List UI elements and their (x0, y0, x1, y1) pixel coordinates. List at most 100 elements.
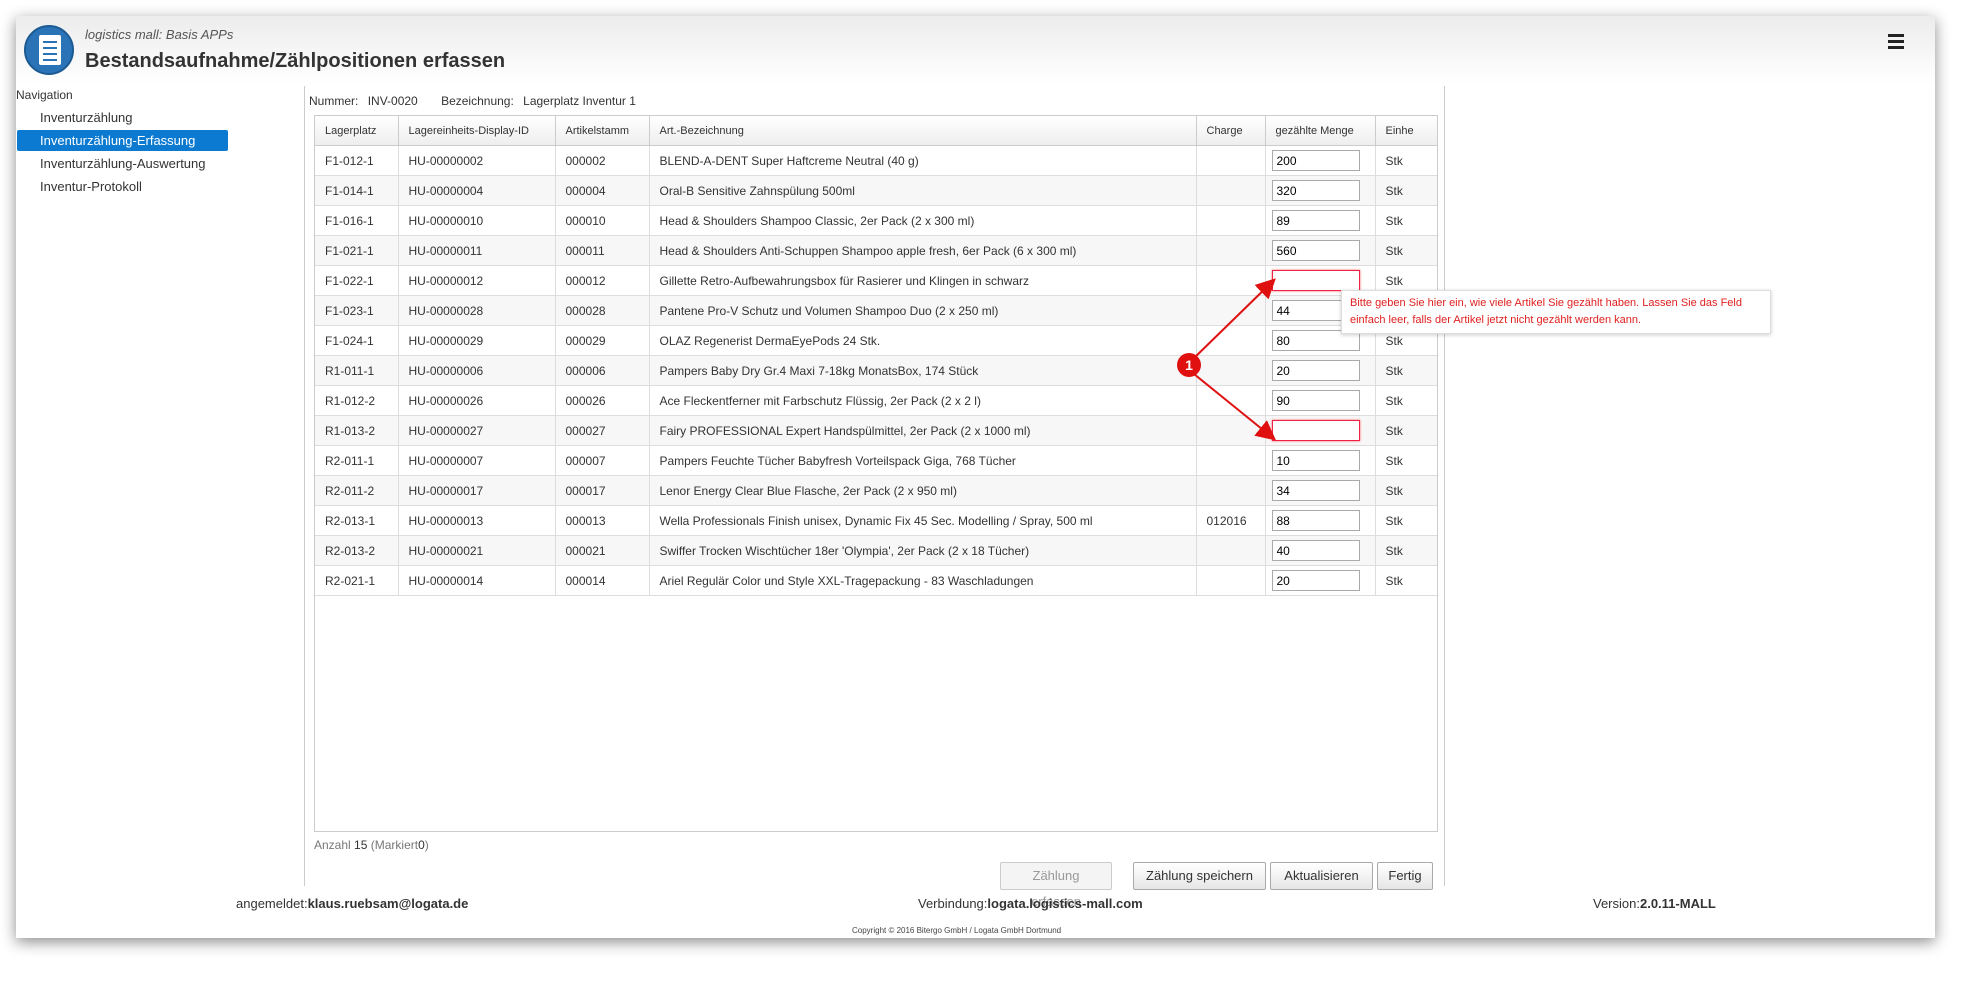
col-header-menge[interactable]: gezählte Menge (1265, 116, 1376, 146)
zaehlung-erfassen-button[interactable]: Zählung erfassen (1000, 862, 1112, 909)
cell-artikelstamm: 000010 (555, 205, 650, 236)
cell-menge (1265, 445, 1376, 476)
col-header-artikelstamm[interactable]: Artikelstamm (555, 116, 650, 146)
sidebar-item-inventurzaehlung-auswertung[interactable]: Inventurzählung-Auswertung (17, 153, 228, 174)
table-row[interactable]: R2-021-1 HU-00000014 000014 Ariel Regulär C… (315, 565, 1437, 596)
cell-menge (1265, 175, 1376, 206)
cell-lagerplatz: R2-011-1 (315, 445, 399, 476)
cell-menge (1265, 355, 1376, 386)
table-row[interactable]: R2-011-2 HU-00000017 000017 Lenor Energy Cl… (315, 475, 1437, 506)
table-row[interactable]: F1-014-1 HU-00000004 000004 Oral-B Sensitiv… (315, 175, 1437, 206)
col-header-bezeichnung[interactable]: Art.-Bezeichnung (649, 116, 1197, 146)
nav-title: Navigation (16, 88, 73, 102)
table-row[interactable]: F1-012-1 HU-00000002 000002 BLEND-A-DENT Su… (315, 145, 1437, 176)
menge-input[interactable] (1271, 540, 1360, 561)
cell-artikelstamm: 000006 (555, 355, 650, 386)
app-subtitle: logistics mall: Basis APPs (85, 27, 234, 42)
nummer-label: Nummer: (309, 94, 359, 108)
table-row[interactable]: F1-022-1 HU-00000012 000012 Gillette Retro-… (315, 265, 1437, 296)
markiert-close: ) (424, 838, 429, 852)
bezeichnung-label: Bezeichnung: (441, 94, 514, 108)
cell-bezeichnung: Pampers Feuchte Tücher Babyfresh Vorteil… (649, 445, 1197, 476)
cell-lagerplatz: R1-011-1 (315, 355, 399, 386)
cell-artikelstamm: 000011 (555, 235, 650, 266)
verbindung-value: logata.logistics-mall.com (987, 896, 1143, 911)
menge-input[interactable] (1271, 360, 1360, 381)
col-header-lagerplatz[interactable]: Lagerplatz (315, 116, 399, 146)
validation-tooltip: Bitte geben Sie hier ein, wie viele Arti… (1341, 290, 1771, 334)
footer-connection: Verbindung:logata.logistics-mall.com (918, 896, 1143, 911)
cell-artikelstamm: 000012 (555, 265, 650, 296)
cell-bezeichnung: Ariel Regulär Color und Style XXL-Tragep… (649, 565, 1197, 596)
bezeichnung-value: Lagerplatz Inventur 1 (523, 94, 636, 108)
table-row[interactable]: R2-011-1 HU-00000007 000007 Pampers Feuchte… (315, 445, 1437, 476)
version-value: 2.0.11-MALL (1639, 896, 1716, 911)
table-row[interactable]: R1-013-2 HU-00000027 000027 Fairy PROFESSIO… (315, 415, 1437, 446)
cell-display-id: HU-00000017 (398, 475, 556, 506)
cell-charge (1196, 145, 1266, 176)
checklist-icon (24, 25, 74, 75)
menge-input[interactable] (1271, 450, 1360, 471)
cell-display-id: HU-00000007 (398, 445, 556, 476)
sidebar-item-inventur-protokoll[interactable]: Inventur-Protokoll (17, 176, 228, 197)
menge-input[interactable] (1271, 390, 1360, 411)
cell-bezeichnung: Pampers Baby Dry Gr.4 Maxi 7-18kg Monats… (649, 355, 1197, 386)
table-row[interactable]: R1-011-1 HU-00000006 000006 Pampers Baby Dr… (315, 355, 1437, 386)
sidebar-nav: Inventurzählung Inventurzählung-Erfassun… (17, 107, 228, 199)
cell-lagerplatz: R2-013-2 (315, 535, 399, 566)
table-row[interactable]: F1-016-1 HU-00000010 000010 Head & Shoulder… (315, 205, 1437, 236)
sidebar-item-inventurzaehlung-erfassung[interactable]: Inventurzählung-Erfassung (17, 130, 228, 151)
cell-einheit: Stk (1375, 205, 1437, 236)
divider-right (1444, 86, 1445, 886)
col-header-charge[interactable]: Charge (1196, 116, 1266, 146)
anzahl-label: Anzahl (314, 838, 351, 852)
cell-einheit: Stk (1375, 535, 1437, 566)
cell-artikelstamm: 000002 (555, 145, 650, 176)
menge-input[interactable] (1271, 570, 1360, 591)
inventory-info: Nummer: INV-0020 Bezeichnung: Lagerplatz… (309, 94, 642, 108)
cell-bezeichnung: Ace Fleckentferner mit Farbschutz Flüssi… (649, 385, 1197, 416)
cell-einheit: Stk (1375, 415, 1437, 446)
sidebar-item-inventurzaehlung[interactable]: Inventurzählung (17, 107, 228, 128)
cell-artikelstamm: 000026 (555, 385, 650, 416)
menge-input[interactable] (1271, 150, 1360, 171)
menge-input[interactable] (1271, 240, 1360, 261)
cell-menge (1265, 385, 1376, 416)
cell-display-id: HU-00000021 (398, 535, 556, 566)
menge-input[interactable] (1271, 270, 1360, 291)
table-row[interactable]: R2-013-1 HU-00000013 000013 Wella Professio… (315, 505, 1437, 536)
menge-input[interactable] (1271, 180, 1360, 201)
cell-bezeichnung: Gillette Retro-Aufbewahrungsbox für Rasi… (649, 265, 1197, 296)
cell-artikelstamm: 000014 (555, 565, 650, 596)
cell-einheit: Stk (1375, 475, 1437, 506)
table-row[interactable]: R2-013-2 HU-00000021 000021 Swiffer Trocken… (315, 535, 1437, 566)
zaehlung-speichern-button[interactable]: Zählung speichern (1133, 862, 1266, 890)
cell-artikelstamm: 000029 (555, 325, 650, 356)
table-row[interactable]: F1-021-1 HU-00000011 000011 Head & Shoulder… (315, 235, 1437, 266)
menge-input[interactable] (1271, 510, 1360, 531)
cell-charge (1196, 265, 1266, 296)
col-header-einheit[interactable]: Einhe (1375, 116, 1437, 146)
cell-artikelstamm: 000021 (555, 535, 650, 566)
table-row[interactable]: F1-024-1 HU-00000029 000029 OLAZ Regenerist… (315, 325, 1437, 356)
menge-input[interactable] (1271, 420, 1360, 441)
cell-artikelstamm: 000004 (555, 175, 650, 206)
aktualisieren-button[interactable]: Aktualisieren (1270, 862, 1373, 890)
cell-display-id: HU-00000029 (398, 325, 556, 356)
cell-einheit: Stk (1375, 385, 1437, 416)
cell-lagerplatz: F1-024-1 (315, 325, 399, 356)
cell-charge: 012016 (1196, 505, 1266, 536)
fertig-button[interactable]: Fertig (1377, 862, 1433, 890)
col-header-display-id[interactable]: Lagereinheits-Display-ID (398, 116, 556, 146)
cell-display-id: HU-00000013 (398, 505, 556, 536)
cell-menge (1265, 205, 1376, 236)
cell-charge (1196, 475, 1266, 506)
cell-charge (1196, 355, 1266, 386)
menge-input[interactable] (1271, 210, 1360, 231)
table-row[interactable]: R1-012-2 HU-00000026 000026 Ace Fleckentfer… (315, 385, 1437, 416)
table-row[interactable]: F1-023-1 HU-00000028 000028 Pantene Pro-V S… (315, 295, 1437, 326)
copyright: Copyright © 2016 Bitergo GmbH / Logata G… (852, 926, 1062, 935)
hamburger-icon[interactable] (1888, 34, 1906, 50)
cell-lagerplatz: R2-021-1 (315, 565, 399, 596)
menge-input[interactable] (1271, 480, 1360, 501)
